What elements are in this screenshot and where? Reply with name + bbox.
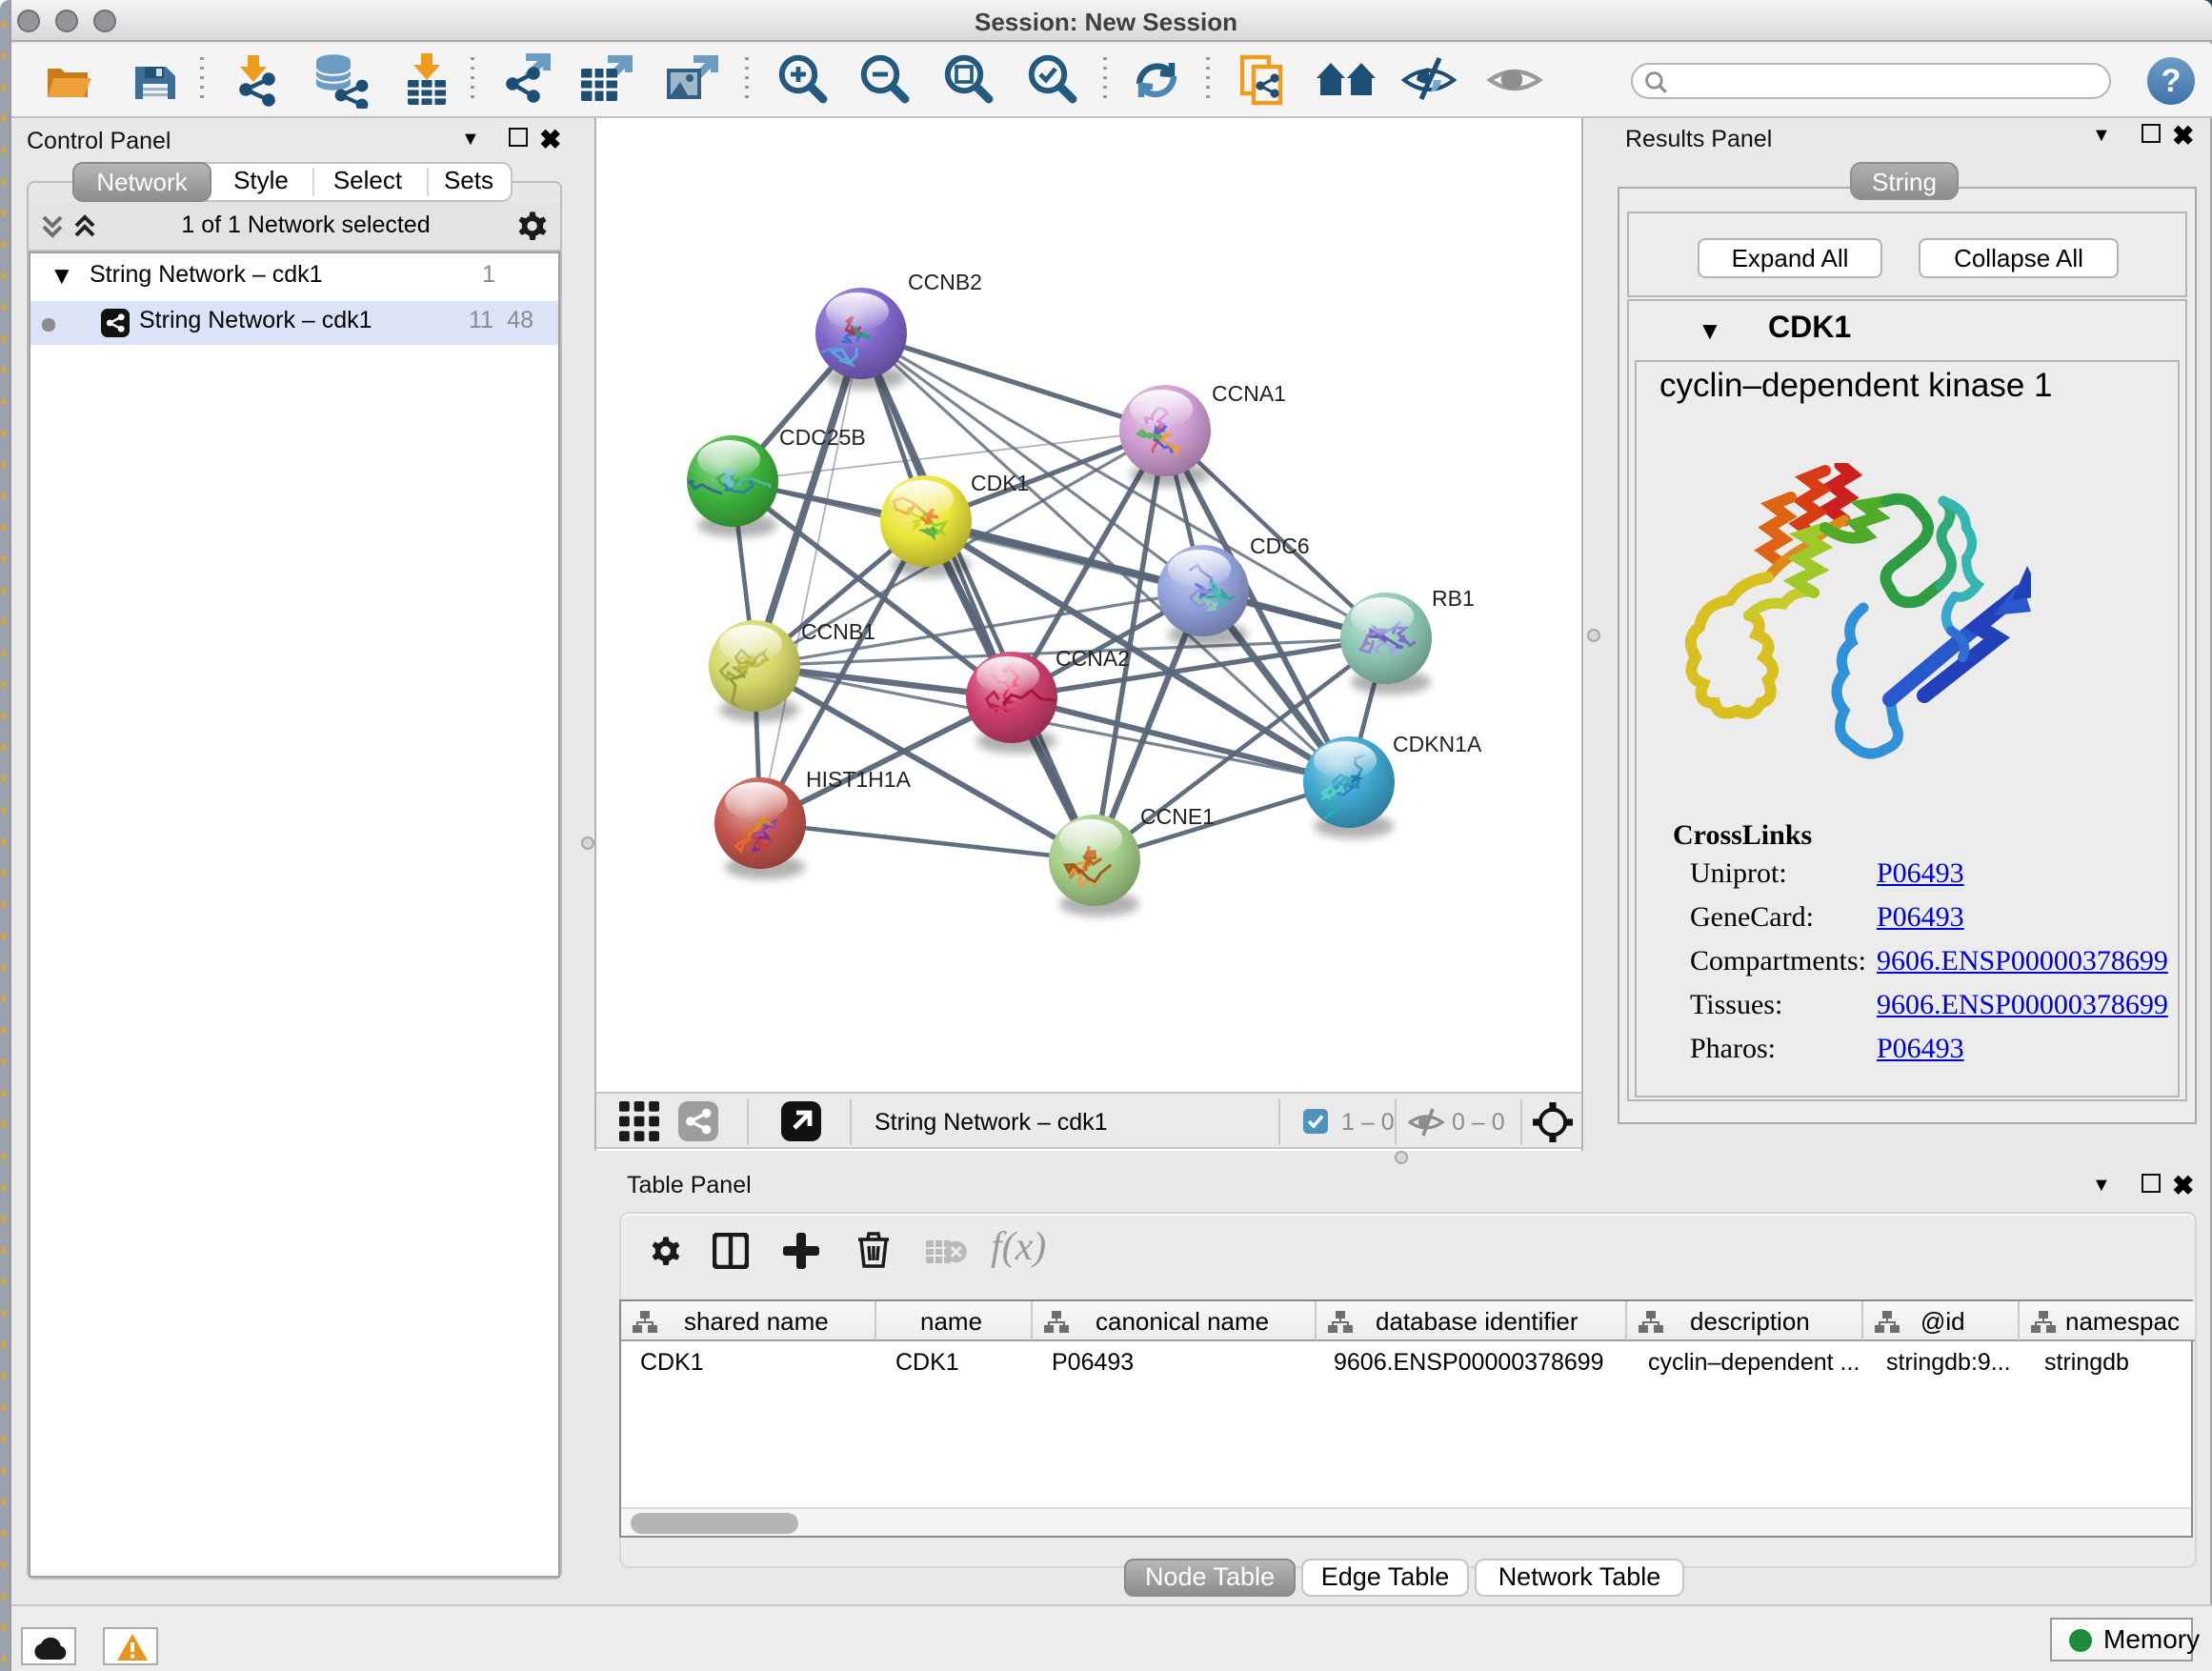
svg-text:CDK1: CDK1	[971, 471, 1029, 495]
svg-text:HIST1H1A: HIST1H1A	[806, 767, 912, 792]
svg-text:CCNE1: CCNE1	[1140, 804, 1215, 829]
svg-text:CDC6: CDC6	[1250, 534, 1310, 558]
svg-text:CCNB2: CCNB2	[908, 270, 982, 294]
svg-text:CCNA2: CCNA2	[1056, 646, 1130, 671]
svg-text:CCNB1: CCNB1	[801, 619, 875, 644]
svg-text:CDC25B: CDC25B	[779, 425, 866, 450]
svg-text:RB1: RB1	[1432, 586, 1475, 611]
svg-text:CCNA1: CCNA1	[1212, 381, 1286, 406]
svg-text:CDKN1A: CDKN1A	[1393, 732, 1482, 756]
